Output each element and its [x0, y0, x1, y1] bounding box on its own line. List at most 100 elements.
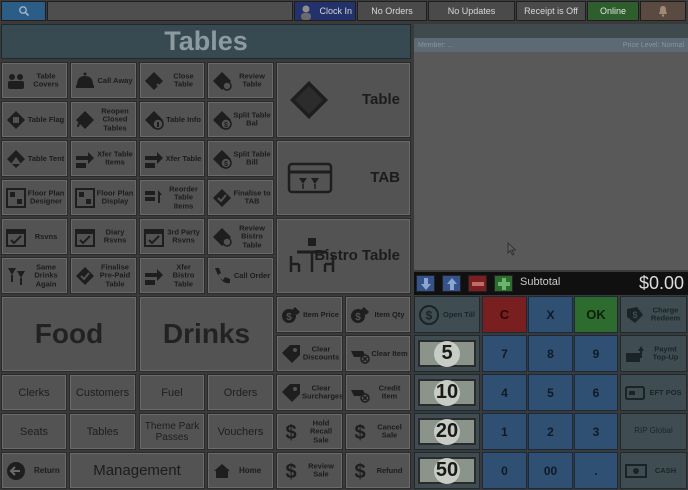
- banknote-icon: 20: [418, 418, 476, 445]
- tab-tile-button[interactable]: TAB: [276, 140, 411, 216]
- key-decimal[interactable]: .: [574, 452, 618, 489]
- item-price-button[interactable]: $ Item Price: [276, 296, 343, 333]
- table-action-same-drinks-again-button[interactable]: Same Drinks Again: [1, 257, 68, 294]
- online-status-button[interactable]: Online: [587, 1, 639, 21]
- sale-list-panel[interactable]: [414, 24, 688, 270]
- table-action-label: Table Flag: [27, 114, 65, 124]
- clock-in-button[interactable]: Clock In: [294, 1, 356, 21]
- search-icon: [18, 6, 29, 17]
- seats-button[interactable]: Seats: [1, 413, 67, 450]
- discount-tag-icon: [280, 343, 302, 365]
- table-action-3rd-party-rsvns-button[interactable]: 3rd Party Rsvns: [139, 218, 205, 255]
- cash-note-5-button[interactable]: 5: [414, 335, 480, 372]
- table-action-reorder-table-items-button[interactable]: Reorder Table Items: [139, 179, 205, 216]
- charge-redeem-label: Charge Redeem: [650, 305, 681, 323]
- management-button[interactable]: Management: [69, 452, 205, 489]
- key-4[interactable]: 4: [482, 374, 527, 411]
- tables-label: Tables: [86, 425, 119, 438]
- plus-qty-button[interactable]: [494, 275, 513, 292]
- table-action-table-info-button[interactable]: Table Info: [139, 101, 205, 138]
- open-till-button[interactable]: $ Open Till: [414, 296, 480, 333]
- scroll-up-button[interactable]: [442, 275, 461, 292]
- key-6[interactable]: 6: [574, 374, 618, 411]
- table-action-diary-rsvns-button[interactable]: Diary Rsvns: [70, 218, 137, 255]
- key-7[interactable]: 7: [482, 335, 527, 372]
- credit-item-button[interactable]: Credit Item: [345, 374, 411, 411]
- key-5[interactable]: 5: [528, 374, 573, 411]
- svg-text:$: $: [354, 422, 365, 443]
- table-action-table-covers-button[interactable]: Table Covers: [1, 62, 68, 99]
- table-action-split-table-bill-button[interactable]: $ Split Table Bill: [207, 140, 274, 177]
- table-action-xfer-table-button[interactable]: Xfer Table: [139, 140, 205, 177]
- table-action-split-table-bal-button[interactable]: $ Split Table Bal: [207, 101, 274, 138]
- charge-redeem-button[interactable]: $ Charge Redeem: [620, 296, 687, 333]
- paymt-topup-button[interactable]: Paymt Top-Up: [620, 335, 687, 372]
- clear-surcharges-button[interactable]: Clear Surcharges: [276, 374, 343, 411]
- updates-status-button[interactable]: No Updates: [428, 1, 515, 21]
- cancel-sale-button[interactable]: $ Cancel Sale: [345, 413, 411, 450]
- tables-button[interactable]: Tables: [69, 413, 136, 450]
- clear-key[interactable]: C: [482, 296, 527, 333]
- bistro-table-tile-button[interactable]: Bistro Table: [276, 218, 411, 294]
- scroll-down-button[interactable]: [416, 275, 435, 292]
- home-button[interactable]: Home: [207, 452, 274, 489]
- multiply-key[interactable]: X: [528, 296, 573, 333]
- return-button[interactable]: Return: [1, 452, 67, 489]
- table-action-call-order-button[interactable]: Call Order: [207, 257, 274, 294]
- key-00[interactable]: 00: [528, 452, 573, 489]
- cash-note-20-button[interactable]: 20: [414, 413, 480, 450]
- receipt-toggle-button[interactable]: Receipt is Off: [516, 1, 586, 21]
- orders-status-button[interactable]: No Orders: [357, 1, 427, 21]
- transfer-icon: [74, 148, 96, 170]
- table-action-floor-plan-display-button[interactable]: Floor Plan Display: [70, 179, 137, 216]
- key-9[interactable]: 9: [574, 335, 618, 372]
- vouchers-button[interactable]: Vouchers: [207, 413, 274, 450]
- key-8[interactable]: 8: [528, 335, 573, 372]
- table-action-xfer-bistro-table-button[interactable]: Xfer Bistro Table: [139, 257, 205, 294]
- table-action-rsvns-button[interactable]: Rsvns: [1, 218, 68, 255]
- table-action-review-bistro-table-button[interactable]: Review Bistro Table: [207, 218, 274, 255]
- clerks-button[interactable]: Clerks: [1, 374, 67, 411]
- key-1[interactable]: 1: [482, 413, 527, 450]
- table-action-finalise-pre-paid-table-button[interactable]: Finalise Pre-Paid Table: [70, 257, 137, 294]
- refund-button[interactable]: $ Refund: [345, 452, 411, 489]
- cash-note-10-button[interactable]: 10: [414, 374, 480, 411]
- key-3[interactable]: 3: [574, 413, 618, 450]
- hold-recall-sale-button[interactable]: $ Hold Recall Sale: [276, 413, 343, 450]
- food-category-button[interactable]: Food: [1, 296, 137, 372]
- table-action-review-table-button[interactable]: Review Table: [207, 62, 274, 99]
- menu-button[interactable]: [640, 1, 686, 21]
- cash-note-50-button[interactable]: 50: [414, 452, 480, 489]
- customers-button[interactable]: Customers: [69, 374, 136, 411]
- table-tile-button[interactable]: Table: [276, 62, 411, 138]
- bell-icon: [74, 70, 96, 92]
- key-2[interactable]: 2: [528, 413, 573, 450]
- table-action-close-table-button[interactable]: Close Table: [139, 62, 205, 99]
- ok-key[interactable]: OK: [574, 296, 618, 333]
- item-qty-button[interactable]: $ Item Qty: [345, 296, 411, 333]
- table-action-xfer-table-items-button[interactable]: Xfer Table Items: [70, 140, 137, 177]
- table-action-finalise-to-tab-button[interactable]: Finalise to TAB: [207, 179, 274, 216]
- table-action-table-tent-button[interactable]: Table Tent: [1, 140, 68, 177]
- eft-pos-button[interactable]: EFT POS: [620, 374, 687, 411]
- finalise-icon: [74, 265, 96, 287]
- drinks-category-button[interactable]: Drinks: [139, 296, 274, 372]
- clear-discounts-button[interactable]: Clear Discounts: [276, 335, 343, 372]
- table-action-floor-plan-designer-button[interactable]: Floor Plan Designer: [1, 179, 68, 216]
- search-button[interactable]: [1, 1, 46, 21]
- table-action-table-flag-button[interactable]: Table Flag: [1, 101, 68, 138]
- fuel-button[interactable]: Fuel: [139, 374, 205, 411]
- review-sale-button[interactable]: $ Review Sale: [276, 452, 343, 489]
- cash-button[interactable]: CASH: [620, 452, 687, 489]
- table-action-reopen-closed-tables-button[interactable]: Reopen Closed Tables: [70, 101, 137, 138]
- orders-button[interactable]: Orders: [207, 374, 274, 411]
- minus-qty-button[interactable]: [468, 275, 487, 292]
- key-0[interactable]: 0: [482, 452, 527, 489]
- search-input[interactable]: [47, 1, 293, 21]
- rip-global-button[interactable]: RIP Global: [620, 413, 687, 450]
- drinks-category-label: Drinks: [162, 318, 251, 349]
- theme-park-passes-button[interactable]: Theme Park Passes: [139, 413, 205, 450]
- table-action-label: Rsvns: [34, 231, 58, 241]
- clear-item-button[interactable]: Clear Item: [345, 335, 411, 372]
- table-action-call-away-button[interactable]: Call Away: [70, 62, 137, 99]
